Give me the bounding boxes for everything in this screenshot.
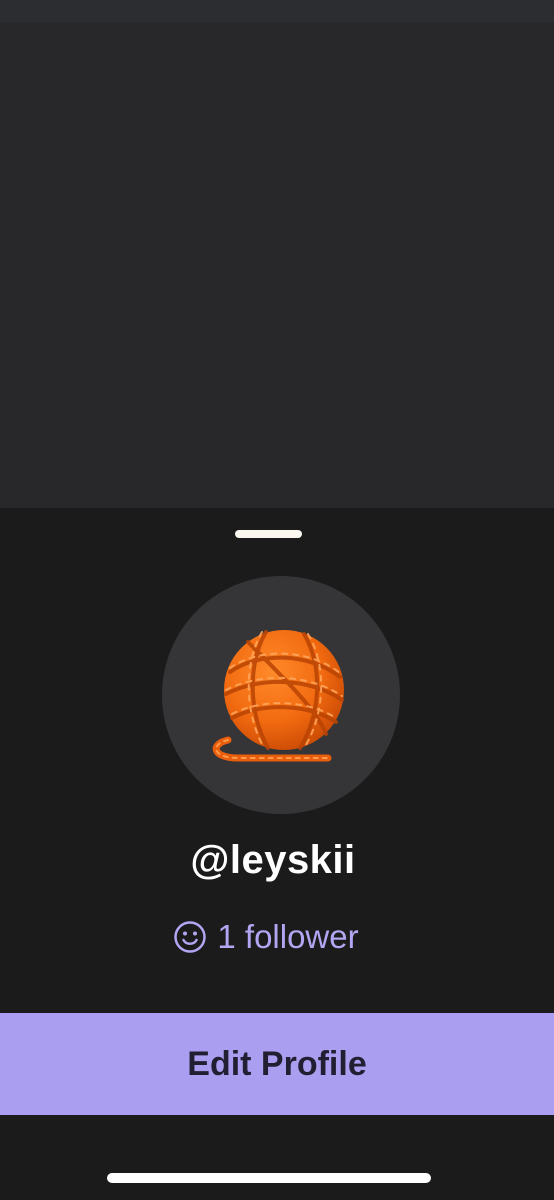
status-bar: [0, 0, 554, 22]
smile-icon: [174, 921, 207, 953]
profile-screen: @leyskii 1 follower Edit Profile: [0, 0, 554, 1200]
avatar[interactable]: [162, 576, 400, 814]
yarn-ball-icon: [212, 630, 344, 762]
edit-profile-button[interactable]: Edit Profile: [0, 1013, 554, 1115]
profile-sheet: @leyskii 1 follower Edit Profile: [0, 508, 554, 1200]
sheet-grabber[interactable]: [235, 530, 302, 538]
dimmed-backdrop[interactable]: [0, 22, 554, 508]
followers-label: 1 follower: [217, 918, 359, 955]
followers-count[interactable]: 1 follower: [0, 918, 554, 956]
username: @leyskii: [190, 838, 356, 882]
home-indicator[interactable]: [107, 1173, 431, 1183]
